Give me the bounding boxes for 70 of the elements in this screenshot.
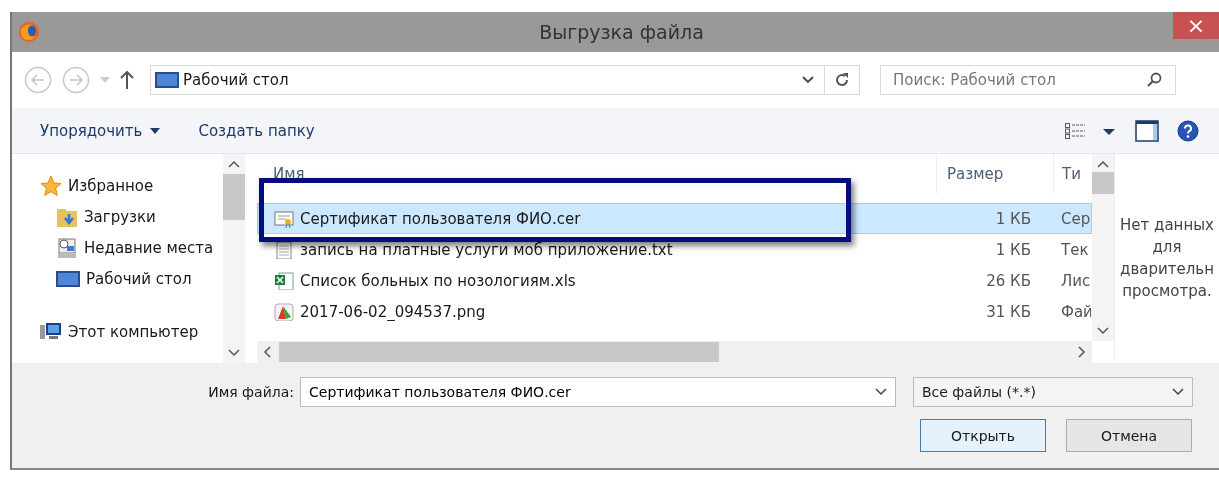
help-icon[interactable] <box>1177 119 1199 142</box>
cancel-button[interactable]: Отмена <box>1066 419 1192 452</box>
file-row[interactable]: запись на платные услуги моб приложение.txt 1 КБ Тек <box>257 234 1092 265</box>
browser-logo-icon <box>18 21 40 43</box>
close-button[interactable]: × <box>1173 12 1219 39</box>
preview-pane-icon[interactable] <box>1135 119 1159 142</box>
up-arrow-icon[interactable] <box>120 71 134 89</box>
preview-message: для <box>1152 238 1182 258</box>
preview-message: просмотра. <box>1122 282 1212 302</box>
preview-message: дварительн <box>1120 260 1214 280</box>
file-name: Сертификат пользователя ФИО.cer <box>300 209 581 228</box>
file-size: 1 КБ <box>994 240 1032 259</box>
search-icon[interactable] <box>1146 72 1162 88</box>
search-field[interactable]: Поиск: Рабочий стол <box>880 65 1176 95</box>
organize-button[interactable]: Упорядочить <box>38 117 163 144</box>
chevron-down-icon[interactable] <box>802 76 814 84</box>
scrollbar[interactable] <box>223 154 245 363</box>
file-name: Список больных по нозологиям.xls <box>300 271 576 290</box>
scrollbar-thumb[interactable] <box>279 342 719 362</box>
sidebar-item[interactable]: Избранное <box>12 170 223 201</box>
image-file-icon <box>274 302 294 321</box>
spreadsheet-file-icon <box>274 271 294 290</box>
file-size: 26 КБ <box>985 271 1032 290</box>
recent-places-icon <box>56 236 78 259</box>
desktop-icon <box>56 268 80 289</box>
file-row[interactable]: 2017-06-02_094537.png 31 КБ Фай <box>257 296 1092 327</box>
scroll-up-icon[interactable] <box>1097 160 1109 168</box>
dropdown-value: Все файлы (*.*) <box>922 384 1036 400</box>
scrollbar[interactable] <box>257 341 1092 363</box>
column-header[interactable]: Ти <box>1054 154 1092 194</box>
open-button[interactable]: Открыть <box>920 419 1046 452</box>
scroll-down-icon[interactable] <box>1097 327 1109 335</box>
preview-message: Нет данных <box>1120 216 1214 236</box>
file-row[interactable]: Сертификат пользователя ФИО.cer 1 КБ Сер <box>257 203 1092 234</box>
address-text: Рабочий стол <box>183 71 290 89</box>
new-folder-button[interactable]: Создать папку <box>196 117 317 144</box>
sidebar-item[interactable]: Загрузки <box>12 201 223 232</box>
scroll-down-icon[interactable] <box>228 349 240 357</box>
file-row[interactable]: Список больных по нозологиям.xls 26 КБ Лис <box>257 265 1092 296</box>
scroll-up-icon[interactable] <box>228 160 240 168</box>
scrollbar-thumb[interactable] <box>223 174 245 220</box>
column-header[interactable]: Размер <box>936 154 1054 194</box>
scrollbar[interactable] <box>1092 154 1114 341</box>
filename-field[interactable]: Сертификат пользователя ФИО.cer <box>300 377 896 407</box>
sidebar-item[interactable]: Недавние места <box>12 232 223 263</box>
file-type: Фай <box>1060 302 1091 321</box>
view-options-icon[interactable] <box>1065 122 1117 139</box>
file-name: 2017-06-02_094537.png <box>300 302 486 321</box>
file-size: 31 КБ <box>985 302 1032 321</box>
certificate-file-icon <box>274 209 294 228</box>
window-title: Выгрузка файла <box>539 21 704 43</box>
scroll-left-icon[interactable] <box>263 346 271 358</box>
star-icon <box>40 174 62 197</box>
chevron-down-icon <box>1172 388 1184 396</box>
desktop-icon <box>155 71 179 89</box>
caret-icon <box>150 127 161 134</box>
sidebar-item[interactable]: Рабочий стол <box>12 263 223 294</box>
filename-label: Имя файла: <box>207 384 295 400</box>
scrollbar-thumb[interactable] <box>1092 172 1114 194</box>
refresh-icon[interactable] <box>834 72 850 88</box>
file-type: Лис <box>1060 271 1091 290</box>
address-field[interactable]: Рабочий стол <box>150 65 860 95</box>
scroll-right-icon[interactable] <box>1078 346 1086 358</box>
file-type: Сер <box>1060 209 1091 228</box>
file-type-dropdown[interactable]: Все файлы (*.*) <box>913 377 1193 407</box>
file-name: запись на платные услуги моб приложение.txt <box>300 240 673 259</box>
file-type: Тек <box>1060 240 1090 259</box>
chevron-down-icon[interactable] <box>875 388 887 396</box>
sidebar-item[interactable]: Этот компьютер <box>12 316 223 347</box>
file-size: 1 КБ <box>994 209 1032 228</box>
